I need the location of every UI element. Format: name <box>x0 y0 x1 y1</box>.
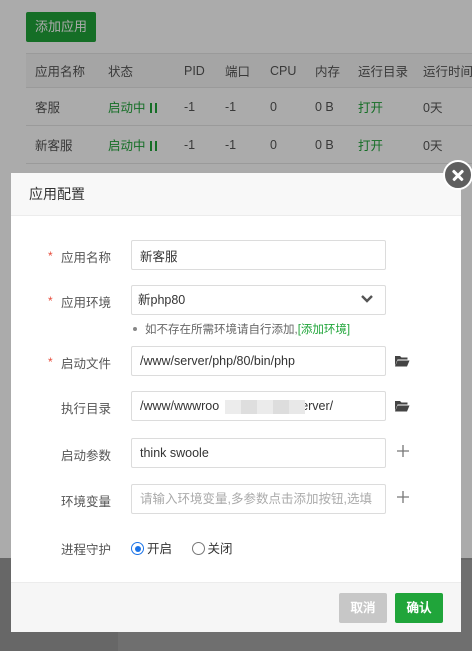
redacted-mask <box>225 400 305 414</box>
required-asterisk: * <box>48 294 53 308</box>
app-config-modal: 应用配置 * 应用名称 * 应用环境 新php80 如不存在所需环境请自行添加,… <box>11 173 461 632</box>
app-name-input[interactable] <box>131 240 386 270</box>
env-vars-input[interactable] <box>131 484 386 514</box>
modal-footer: 取消 确认 <box>11 582 461 632</box>
env-vars-label: 环境变量 <box>61 495 112 509</box>
add-env-link[interactable]: [添加环境] <box>298 324 350 336</box>
exec-dir-label: 执行目录 <box>61 402 112 416</box>
app-env-label: 应用环境 <box>61 296 112 310</box>
env-hint: 如不存在所需环境请自行添加,[添加环境] <box>131 321 350 337</box>
daemon-on-label[interactable]: 开启 <box>147 542 172 556</box>
daemon-off-label[interactable]: 关闭 <box>208 542 233 556</box>
form-row-start-file: * 启动文件 <box>11 346 461 376</box>
exec-dir-value-prefix: /www/wwwroo <box>140 399 220 413</box>
form-row-daemon: 进程守护 开启 关闭 <box>11 532 461 562</box>
start-args-label: 启动参数 <box>61 449 112 463</box>
bullet-icon <box>133 327 137 331</box>
confirm-button[interactable]: 确认 <box>395 593 443 623</box>
form-row-start-args: 启动参数 <box>11 438 461 468</box>
required-asterisk: * <box>48 249 53 263</box>
daemon-radio-group: 开启 关闭 <box>131 538 249 557</box>
required-asterisk: * <box>48 355 53 369</box>
form-row-app-name: * 应用名称 <box>11 240 461 270</box>
start-file-label: 启动文件 <box>61 357 112 371</box>
daemon-on-radio[interactable] <box>131 542 144 555</box>
modal-title: 应用配置 <box>11 173 461 216</box>
exec-dir-input[interactable]: /www/wwwroo erver/ <box>131 391 386 421</box>
app-name-label: 应用名称 <box>61 251 112 265</box>
form-row-app-env: * 应用环境 新php80 <box>11 285 461 315</box>
form-row-exec-dir: 执行目录 /www/wwwroo erver/ <box>11 391 461 421</box>
daemon-off-radio[interactable] <box>191 542 205 555</box>
start-file-input[interactable] <box>131 346 386 376</box>
folder-open-icon[interactable] <box>394 353 410 369</box>
start-args-input[interactable] <box>131 438 386 468</box>
daemon-label: 进程守护 <box>61 543 112 557</box>
form-row-env-vars: 环境变量 <box>11 484 461 514</box>
env-hint-text: 如不存在所需环境请自行添加, <box>145 324 298 336</box>
app-env-selected-value: 新php80 <box>138 293 186 307</box>
cancel-button[interactable]: 取消 <box>339 593 387 623</box>
plus-icon[interactable] <box>396 490 410 504</box>
chevron-down-icon <box>361 295 373 303</box>
app-env-select[interactable]: 新php80 <box>131 285 386 315</box>
plus-icon[interactable] <box>396 444 410 458</box>
close-icon[interactable] <box>443 160 472 190</box>
exec-dir-value-suffix: erver/ <box>301 399 334 413</box>
folder-open-icon[interactable] <box>394 398 410 414</box>
